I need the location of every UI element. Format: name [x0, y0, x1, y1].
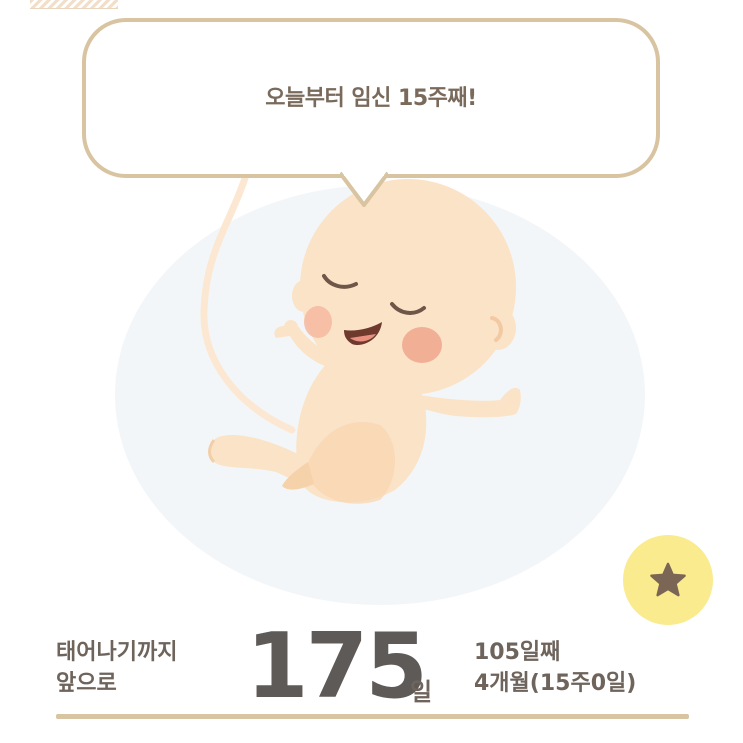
elapsed-days: 105일째 — [474, 640, 561, 665]
until-birth-line2: 앞으로 — [56, 671, 117, 696]
speech-bubble: 오늘부터 임신 15주째! — [82, 18, 660, 178]
bubble-message: 오늘부터 임신 15주째! — [265, 86, 477, 111]
pregnancy-progress: 105일째 4개월(15주0일) — [474, 637, 636, 699]
ear — [480, 306, 516, 350]
bottom-divider — [56, 714, 689, 719]
star-icon — [650, 562, 686, 597]
left-cheek — [304, 306, 332, 338]
favorite-button[interactable] — [623, 535, 713, 625]
until-birth-line1: 태어나기까지 — [56, 640, 178, 665]
pregnancy-summary: 태어나기까지 앞으로 175 일 105일째 4개월(15주0일) — [0, 617, 743, 725]
fetus-head — [300, 179, 516, 395]
right-cheek — [402, 327, 442, 363]
speech-bubble-tail — [340, 171, 388, 207]
days-unit: 일 — [410, 678, 433, 706]
days-remaining: 175 — [246, 614, 428, 719]
months-weeks: 4개월(15주0일) — [474, 671, 637, 696]
until-birth-label: 태어나기까지 앞으로 — [56, 637, 216, 699]
